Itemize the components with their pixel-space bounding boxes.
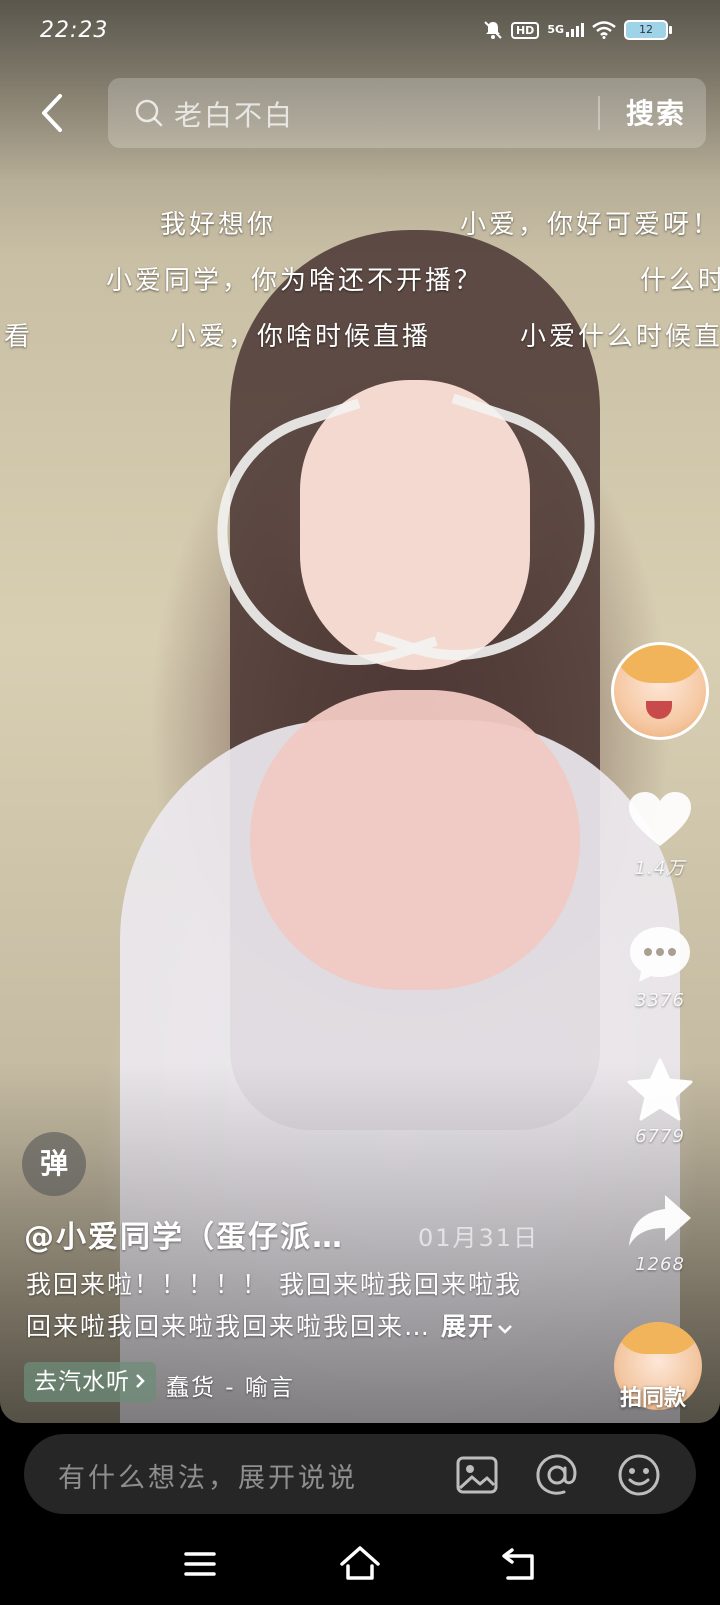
search-bar[interactable]: 老白不白 搜索	[108, 78, 706, 148]
music-app-chip[interactable]: 去汽水听	[24, 1362, 156, 1402]
home-icon[interactable]	[338, 1542, 382, 1586]
music-title[interactable]: 蠢货 - 喻言	[166, 1368, 295, 1402]
status-time: 22:23	[40, 18, 109, 43]
hd-icon: HD	[510, 21, 540, 39]
expand-button[interactable]: 展开	[441, 1312, 513, 1341]
battery-icon: 12	[624, 20, 672, 40]
post-date: 01月31日	[418, 1224, 540, 1252]
share-arrow-icon	[629, 1195, 691, 1246]
author-name[interactable]: @小爱同学（蛋仔派…	[24, 1212, 344, 1256]
danmaku-comment: 我好想你	[160, 210, 277, 240]
danmaku-comment: 小爱，你啥时候直播	[170, 322, 432, 352]
status-icons: HD 5G 12	[483, 20, 672, 40]
danmaku-comment: 小爱同学，你为啥还不开播？	[106, 266, 484, 296]
comment-input-bar[interactable]: 有什么想法，展开说说	[24, 1434, 696, 1514]
favorite-button[interactable]: 6779	[620, 1058, 700, 1147]
mute-bell-icon	[484, 21, 502, 39]
comment-button[interactable]: 3376	[620, 924, 700, 1011]
chevron-down-icon	[498, 1325, 512, 1334]
status-bar: 22:23 HD 5G 12	[0, 0, 720, 60]
danmaku-comment: 看	[4, 322, 34, 352]
star-icon	[627, 1058, 693, 1121]
favorite-count: 6779	[635, 1126, 685, 1147]
back-arrow-icon[interactable]	[34, 88, 74, 138]
network-type: 5G	[547, 23, 564, 36]
image-icon[interactable]	[454, 1452, 500, 1498]
system-nav-bar	[0, 1526, 720, 1605]
share-count: 1268	[635, 1254, 685, 1275]
search-button[interactable]: 搜索	[626, 92, 686, 132]
author-avatar[interactable]	[611, 642, 709, 740]
wifi-icon	[592, 21, 616, 39]
danmaku-toggle-button[interactable]: 弹	[22, 1132, 86, 1196]
like-button[interactable]: 1.4万	[620, 790, 700, 880]
search-icon	[135, 99, 163, 127]
video-subject-hands	[250, 690, 580, 990]
chevron-right-icon	[136, 1374, 145, 1388]
menu-icon[interactable]	[178, 1542, 222, 1586]
danmaku-comment: 什么时	[640, 266, 720, 296]
signal-icon: 5G	[547, 23, 584, 37]
share-button[interactable]: 1268	[620, 1192, 700, 1275]
danmaku-comment: 小爱，你好可爱呀！	[460, 210, 720, 240]
comment-bubble-icon	[630, 927, 690, 982]
comment-count: 3376	[635, 990, 685, 1011]
search-input[interactable]: 老白不白	[174, 94, 294, 134]
mention-icon[interactable]	[534, 1452, 580, 1498]
back-nav-icon[interactable]	[498, 1542, 542, 1586]
same-style-button[interactable]: 拍同款	[620, 1380, 686, 1412]
like-count: 1.4万	[634, 858, 686, 879]
heart-icon	[629, 792, 691, 846]
comment-input[interactable]: 有什么想法，展开说说	[58, 1456, 358, 1495]
search-divider	[598, 96, 600, 130]
danmaku-comment: 小爱什么时候直	[520, 322, 720, 352]
post-description: 我回来啦！！！！！ 我回来啦我回来啦我回来啦我回来啦我回来啦我回来… 展开	[26, 1264, 546, 1348]
emoji-icon[interactable]	[616, 1452, 662, 1498]
